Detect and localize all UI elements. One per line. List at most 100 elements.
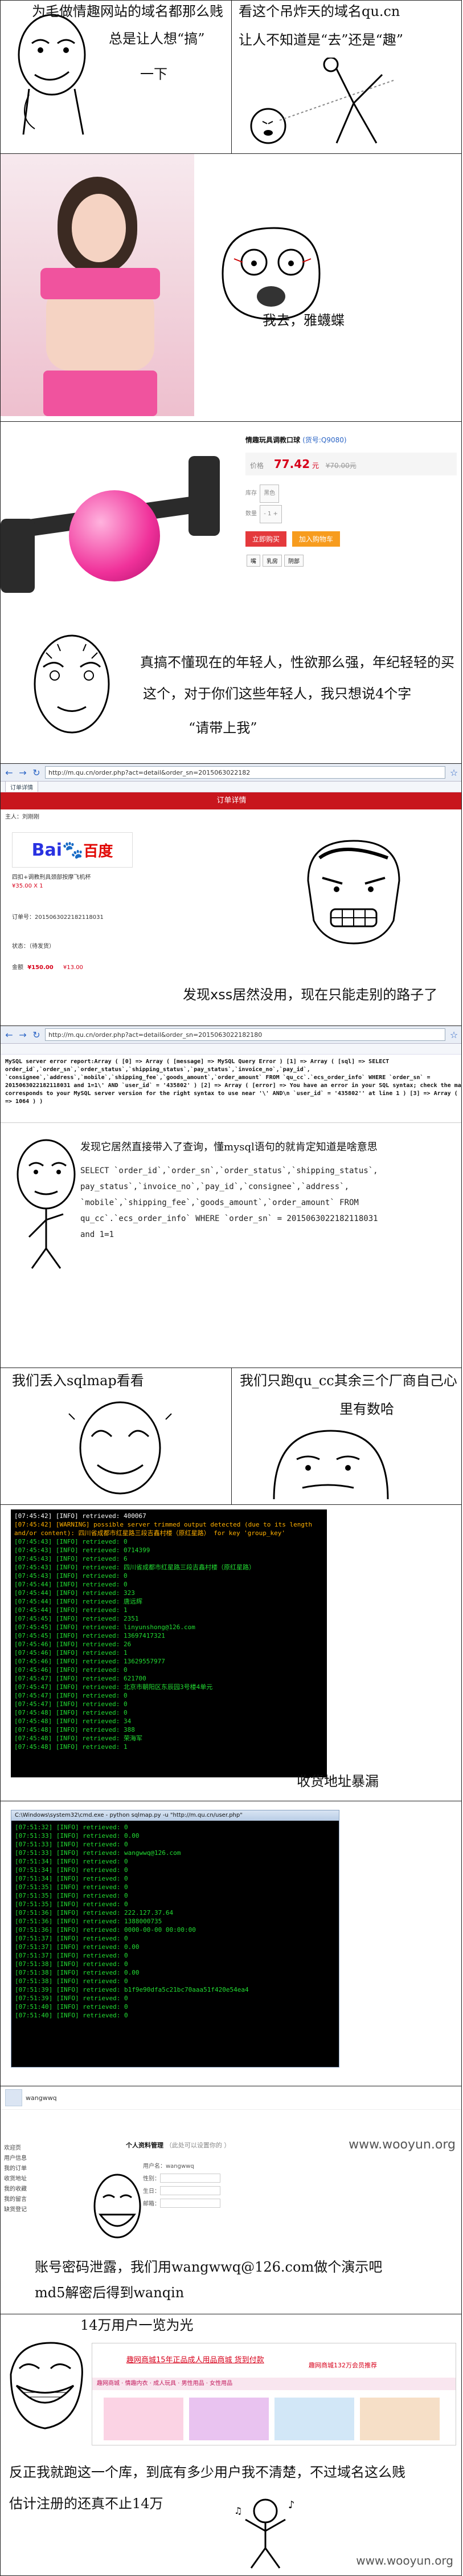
center-hint: （此处可以设置你的 ） bbox=[165, 2142, 231, 2149]
thinking-face-icon bbox=[17, 1139, 76, 1269]
sidebar-item[interactable]: 我的订单 bbox=[4, 2164, 89, 2174]
dancing-man-icon: ♪♫ bbox=[234, 2498, 295, 2569]
terminal-line: [07:51:37] [INFO] retrieved: 0 bbox=[15, 1952, 128, 1959]
watermark: www.wooyun.org bbox=[349, 2138, 456, 2152]
sql-line: and 1=1 bbox=[80, 1230, 114, 1239]
terminal-line: [07:45:45] [INFO] retrieved: 2351 bbox=[14, 1615, 139, 1622]
gender-field[interactable] bbox=[160, 2173, 220, 2183]
terminal-line: [07:45:48] [INFO] retrieved: 荣海军 bbox=[14, 1735, 143, 1742]
panel-9-caption-1: 账号密码泄露，我们用wangwwq@126.com做个演示吧 bbox=[35, 2259, 383, 2275]
terminal-line: [07:51:34] [INFO] retrieved: 0 bbox=[15, 1875, 128, 1882]
tag-chip[interactable]: 嘴 bbox=[247, 555, 260, 567]
terminal-line: [07:51:37] [INFO] retrieved: 0.00 bbox=[15, 1943, 140, 1951]
terminal-line: [07:51:35] [INFO] retrieved: 0 bbox=[15, 1883, 128, 1891]
terminal-line: [07:45:43] [INFO] retrieved: 6 bbox=[14, 1555, 128, 1562]
url-bar[interactable]: http://m.qu.cn/order.php?act=detail&orde… bbox=[45, 1028, 445, 1041]
sidebar-item[interactable]: 用户信息 bbox=[4, 2154, 89, 2164]
quantity-stepper[interactable]: - 1 + bbox=[260, 505, 282, 523]
username-label: wangwwq bbox=[26, 2094, 57, 2102]
sidebar-item[interactable]: 收货地址 bbox=[4, 2174, 89, 2184]
back-icon[interactable]: ← bbox=[4, 767, 14, 778]
terminal-line: [07:51:32] [INFO] retrieved: 0 bbox=[15, 1824, 128, 1831]
panel-3: 情趣玩具调教口球 (货号:Q9080) 价格 77.42 元 ¥70.00元 库… bbox=[0, 422, 462, 764]
terminal-line: [07:51:39] [INFO] retrieved: 0 bbox=[15, 1995, 128, 2002]
sidebar-item[interactable]: 欢迎页 bbox=[4, 2143, 89, 2154]
terminal-line: [07:45:44] [INFO] retrieved: 1 bbox=[14, 1606, 128, 1614]
url-bar[interactable]: http://m.qu.cn/order.php?act=detail&orde… bbox=[45, 766, 445, 779]
promo-tile[interactable] bbox=[360, 2398, 440, 2440]
order-number: 订单号：2015063022182118031 bbox=[12, 914, 104, 921]
sidebar-item[interactable]: 我的收藏 bbox=[4, 2184, 89, 2195]
refresh-icon[interactable]: ↻ bbox=[31, 767, 42, 778]
terminal-line: [07:51:36] [INFO] retrieved: 1388000735 bbox=[15, 1918, 162, 1925]
browser-tab[interactable]: 订单详情 bbox=[5, 782, 38, 792]
star-icon[interactable]: ☆ bbox=[449, 767, 459, 778]
cmd-window: C:\Windows\system32\cmd.exe - python sql… bbox=[11, 1810, 339, 2068]
sqlmap-terminal-address: [07:45:42] [INFO] retrieved: 400067 [07:… bbox=[11, 1509, 327, 1777]
panel-3-caption-3: “请带上我” bbox=[189, 720, 257, 736]
terminal-line: [07:45:46] [INFO] retrieved: 0 bbox=[14, 1666, 128, 1674]
panel-9-caption-2: md5解密后得到wanqin bbox=[35, 2285, 185, 2301]
error-line: `consignee`,`address`,`mobile`,`shipping… bbox=[5, 1075, 431, 1081]
promo-tile[interactable] bbox=[189, 2398, 269, 2440]
promo-tile[interactable] bbox=[104, 2398, 183, 2440]
total-label: 金额 bbox=[12, 965, 23, 971]
panel-1-right-text-1: 看这个吊炸天的域名qu.cn bbox=[239, 3, 400, 19]
terminal-line: [07:51:36] [INFO] retrieved: 0000-00-00 … bbox=[15, 1926, 196, 1934]
forward-icon[interactable]: → bbox=[18, 767, 28, 778]
terminal-line: [07:45:48] [INFO] retrieved: 388 bbox=[14, 1726, 135, 1733]
terminal-line: [07:45:42] [INFO] retrieved: 400067 bbox=[14, 1512, 146, 1520]
gag-product-photo bbox=[1, 433, 223, 621]
error-line: corresponds to your MySQL server version… bbox=[5, 1090, 462, 1097]
tag-chip[interactable]: 乳房 bbox=[263, 555, 282, 567]
terminal-line: [07:51:40] [INFO] retrieved: 0 bbox=[15, 2012, 128, 2019]
terminal-line: [07:45:45] [INFO] retrieved: linyunshong… bbox=[14, 1623, 195, 1631]
forward-icon[interactable]: → bbox=[18, 1029, 28, 1040]
terminal-line: and/or content): 四川省成都市红星路三段吉鑫村楼（原红星路） f… bbox=[14, 1529, 286, 1537]
birthday-field[interactable] bbox=[160, 2186, 220, 2195]
price-unit: 元 bbox=[312, 462, 319, 470]
tag-chip[interactable]: 阴部 bbox=[284, 555, 304, 567]
panel-6-left-caption: 我们丢入sqlmap看看 bbox=[12, 1373, 144, 1389]
buy-now-button[interactable]: 立即购买 bbox=[245, 531, 287, 547]
terminal-line: [07:51:38] [INFO] retrieved: 0 bbox=[15, 1977, 128, 1985]
terminal-line: [07:51:33] [INFO] retrieved: 0.00 bbox=[15, 1832, 140, 1840]
refresh-icon[interactable]: ↻ bbox=[31, 1029, 42, 1040]
center-title: 个人资料管理 bbox=[126, 2142, 163, 2149]
sidebar-item[interactable]: 我的留言 bbox=[4, 2195, 89, 2205]
terminal-line: [07:45:47] [INFO] retrieved: 0 bbox=[14, 1692, 128, 1699]
email-field[interactable] bbox=[160, 2198, 220, 2208]
sidebar-item[interactable]: 缺货登记 bbox=[4, 2205, 89, 2215]
old-man-face-icon bbox=[34, 634, 110, 734]
error-line: => 1064 ) ) bbox=[5, 1098, 43, 1105]
terminal-line: [07:51:37] [INFO] retrieved: 0 bbox=[15, 1935, 128, 1942]
cmd-window-title: C:\Windows\system32\cmd.exe - python sql… bbox=[11, 1810, 339, 1821]
panel-5-caption: 发现它居然直接带入了查询，懂mysql语句的就肯定知道是啥意思 bbox=[80, 1141, 378, 1153]
add-to-cart-button[interactable]: 加入购物车 bbox=[292, 531, 340, 547]
troll-face-thinking-icon bbox=[18, 14, 86, 135]
terminal-line: [07:51:34] [INFO] retrieved: 0 bbox=[15, 1866, 128, 1874]
panel-1: 为毛做情趣网站的域名都那么贱 总是让人想“搞” 一下 看这个吊炸天的域名qu.c… bbox=[0, 0, 462, 154]
sidebar-menu: 欢迎页 用户信息 我的订单 收货地址 我的收藏 我的留言 缺货登记 bbox=[4, 2143, 89, 2215]
panel-6-right-caption-1: 我们只跑qu_cc其余三个厂商自己心 bbox=[240, 1373, 457, 1389]
original-price: ¥70.00元 bbox=[325, 462, 357, 470]
panel-4-caption: 发现xss居然没用，现在只能走别的路子了 bbox=[183, 987, 438, 1003]
terminal-line: [07:45:44] [INFO] retrieved: 323 bbox=[14, 1589, 135, 1597]
product-detail-card: 情趣玩具调教口球 (货号:Q9080) 价格 77.42 元 ¥70.00元 库… bbox=[240, 425, 461, 613]
sql-line: `mobile`,`shipping_fee`,`goods_amount`,`… bbox=[80, 1198, 359, 1207]
terminal-line: [07:51:38] [INFO] retrieved: 0 bbox=[15, 1960, 128, 1968]
back-icon[interactable]: ← bbox=[4, 1029, 14, 1040]
color-option[interactable]: 黑色 bbox=[260, 485, 280, 503]
banner-text-1[interactable]: 趣网商城15年正品成人用品商城 货到付款 bbox=[126, 2354, 264, 2365]
panel-2: 我去，雅蠛蝶 bbox=[0, 154, 462, 422]
banner-text-2[interactable]: 趣网商城132万会员推荐 bbox=[309, 2361, 377, 2370]
order-detail-browser: ← → ↻ http://m.qu.cn/order.php?act=detai… bbox=[1, 764, 461, 1025]
promo-tile[interactable] bbox=[274, 2398, 354, 2440]
panel-1-left-text-2: 总是让人想“搞” bbox=[109, 31, 205, 47]
terminal-line: [07:51:35] [INFO] retrieved: 0 bbox=[15, 1901, 128, 1908]
star-icon[interactable]: ☆ bbox=[449, 1029, 459, 1040]
error-line: 2015063022182118031 and 1=1\' AND `user_… bbox=[5, 1083, 462, 1089]
sql-line: SELECT `order_id`,`order_sn`,`order_stat… bbox=[80, 1166, 378, 1175]
panel-2-caption: 我去，雅蠛蝶 bbox=[263, 312, 345, 328]
panel-6: 我们丢入sqlmap看看 我们只跑qu_cc其余三个厂商自己心 里有数哈 bbox=[0, 1368, 462, 1505]
